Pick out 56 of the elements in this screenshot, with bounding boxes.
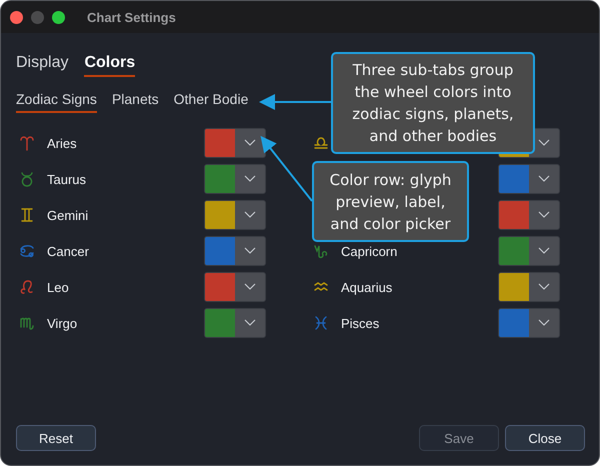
- sub-tab[interactable]: Planets: [112, 91, 159, 113]
- color-picker[interactable]: [498, 308, 560, 338]
- zodiac-glyph-icon: [313, 315, 329, 331]
- sign-label: Leo: [47, 280, 69, 294]
- zodiac-glyph-icon: [19, 207, 35, 223]
- chevron-icon: [244, 175, 256, 183]
- minimize-control[interactable]: [31, 10, 44, 24]
- sub-tab[interactable]: Other Bodie: [174, 91, 248, 113]
- chevron-icon: [538, 139, 550, 147]
- color-picker[interactable]: [204, 236, 266, 266]
- close-control[interactable]: [10, 10, 23, 24]
- tab[interactable]: Display: [16, 54, 68, 77]
- zodiac-glyph-icon: [19, 315, 35, 331]
- chevron-icon: [538, 211, 550, 219]
- sign-label: Aries: [47, 136, 77, 150]
- zodiac-glyph-icon: [19, 171, 35, 187]
- chevron-icon: [244, 247, 256, 255]
- chevron-icon: [244, 319, 256, 327]
- zodiac-glyph-icon: [19, 243, 35, 259]
- zoom-control[interactable]: [52, 10, 65, 24]
- color-picker[interactable]: [204, 308, 266, 338]
- chevron-icon: [244, 139, 256, 147]
- zodiac-glyph-icon: [313, 135, 329, 151]
- sign-label: Taurus: [47, 172, 86, 186]
- sign-label: Virgo: [47, 316, 78, 330]
- color-picker[interactable]: [204, 272, 266, 302]
- dialog-button[interactable]: Close: [505, 425, 585, 451]
- annotation-tooltip: Three sub-tabs group the wheel colors into zodiac signs, planets, and other bodies: [331, 52, 535, 154]
- sign-label: Aquarius: [341, 280, 392, 294]
- color-picker[interactable]: [498, 236, 560, 266]
- chevron-icon: [244, 283, 256, 291]
- tab[interactable]: Colors: [84, 54, 136, 77]
- zodiac-glyph-icon: [313, 243, 329, 259]
- color-picker[interactable]: [498, 272, 560, 302]
- sub-tab[interactable]: Zodiac Signs: [16, 91, 97, 113]
- annotation-tooltip: Color row: glyph preview, label, and color picker: [312, 161, 469, 242]
- zodiac-glyph-icon: [19, 135, 35, 151]
- color-picker[interactable]: [204, 200, 266, 230]
- window-title: Chart Settings: [87, 10, 176, 24]
- sign-label: Gemini: [47, 208, 88, 222]
- callout-arrow: [260, 136, 313, 202]
- color-picker[interactable]: [498, 200, 560, 230]
- chevron-icon: [538, 247, 550, 255]
- chevron-icon: [538, 175, 550, 183]
- chevron-icon: [538, 319, 550, 327]
- color-picker[interactable]: [204, 128, 266, 158]
- dialog-button[interactable]: Reset: [16, 425, 96, 451]
- color-picker[interactable]: [204, 164, 266, 194]
- chevron-icon: [538, 283, 550, 291]
- sign-label: Capricorn: [341, 244, 398, 258]
- chevron-icon: [244, 211, 256, 219]
- zodiac-glyph-icon: [19, 279, 35, 295]
- sign-label: Cancer: [47, 244, 89, 258]
- callout-arrow: [259, 94, 331, 110]
- color-picker[interactable]: [498, 164, 560, 194]
- sign-label: Pisces: [341, 316, 380, 330]
